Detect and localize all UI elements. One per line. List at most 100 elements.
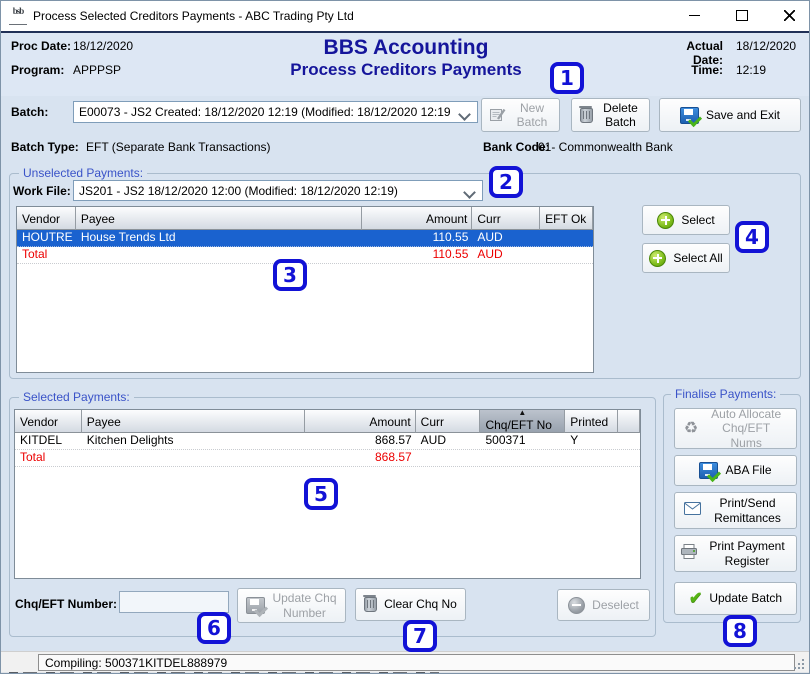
batch-label: Batch: (11, 105, 48, 119)
print-payment-register-button[interactable]: Print Payment Register (674, 535, 797, 572)
total-filler (618, 450, 640, 466)
close-button[interactable] (772, 1, 806, 30)
batch-type-value: EFT (Separate Bank Transactions) (86, 140, 271, 154)
print-send-remittances-button[interactable]: Print/Send Remittances (674, 492, 797, 529)
window-title: Process Selected Creditors Payments - AB… (33, 9, 354, 23)
chq-eft-no-header-label: Chq/EFT No (485, 418, 551, 432)
unselected-payments-legend: Unselected Payments: (19, 166, 147, 180)
unselected-payments-table: Vendor Payee Amount Curr EFT Ok HOUTRE H… (16, 206, 594, 373)
status-panel: Compiling: 500371KITDEL888979 (38, 654, 795, 671)
table-row-selected[interactable]: HOUTRE House Trends Ltd 110.55 AUD (17, 230, 593, 247)
cell-chq-eft-no: 500371 (480, 433, 565, 449)
annotation-badge-4: 4 (735, 221, 769, 253)
work-file-label: Work File: (13, 184, 71, 198)
chq-eft-number-label: Chq/EFT Number: (15, 597, 117, 611)
sort-ascending-icon: ▲ (518, 410, 526, 417)
select-button[interactable]: Select (642, 205, 730, 235)
cell-curr: AUD (416, 433, 481, 449)
batch-type-label: Batch Type: (11, 140, 79, 154)
delete-batch-button[interactable]: Delete Batch (571, 98, 650, 132)
total-amount: 868.57 (305, 450, 416, 466)
print-payment-register-label: Print Payment Register (704, 539, 790, 568)
aba-file-label: ABA File (725, 463, 771, 477)
annotation-badge-7: 7 (403, 620, 437, 652)
aba-file-icon (699, 462, 718, 479)
column-header-payee[interactable]: Payee (82, 410, 305, 433)
column-header-curr[interactable]: Curr (416, 410, 481, 433)
update-chq-icon (246, 597, 265, 614)
app-icon: bsb (9, 8, 27, 25)
bank-code-value: 01- Commonwealth Bank (538, 140, 673, 154)
recycle-icon: ♻ (684, 421, 698, 437)
annotation-badge-1: 1 (550, 62, 584, 94)
clear-chq-no-button[interactable]: Clear Chq No (355, 588, 466, 621)
finalise-payments-legend: Finalise Payments: (671, 387, 780, 401)
column-header-printed[interactable]: Printed (565, 410, 618, 433)
time-label: Time: (658, 63, 723, 77)
column-header-chq-eft-no[interactable]: ▲ Chq/EFT No (480, 410, 565, 433)
table-row[interactable]: KITDEL Kitchen Delights 868.57 AUD 50037… (15, 433, 640, 450)
chevron-down-icon (458, 108, 471, 121)
work-file-combobox-value: JS201 - JS2 18/12/2020 12:00 (Modified: … (79, 184, 398, 198)
update-chq-number-button[interactable]: Update Chq Number (237, 588, 346, 623)
proc-date-label: Proc Date: (11, 39, 71, 53)
update-chq-number-label: Update Chq Number (272, 591, 338, 620)
new-batch-button[interactable]: New Batch (481, 98, 560, 132)
delete-batch-label: Delete Batch (600, 101, 642, 130)
auto-allocate-label: Auto Allocate Chq/EFT Nums (705, 407, 787, 450)
batch-combobox[interactable]: E00073 - JS2 Created: 18/12/2020 12:19 (… (73, 101, 478, 123)
program-label: Program: (11, 63, 64, 77)
total-curr-spacer (416, 450, 481, 466)
column-header-eft-ok[interactable]: EFT Ok (540, 207, 593, 230)
select-all-button[interactable]: Select All (642, 243, 730, 273)
work-file-combobox[interactable]: JS201 - JS2 18/12/2020 12:00 (Modified: … (73, 180, 483, 201)
annotation-badge-3: 3 (273, 259, 307, 291)
chq-eft-number-input[interactable] (119, 591, 229, 613)
status-bar: Compiling: 500371KITDEL888979 (1, 651, 809, 673)
column-header-payee[interactable]: Payee (76, 207, 362, 230)
batch-combobox-value: E00073 - JS2 Created: 18/12/2020 12:19 (… (79, 105, 451, 119)
status-text: Compiling: 500371KITDEL888979 (45, 656, 227, 670)
save-icon (680, 107, 699, 124)
new-batch-icon (490, 106, 506, 124)
cell-eft-ok (540, 230, 593, 246)
total-row: Total 868.57 (15, 450, 640, 467)
maximize-button[interactable] (725, 1, 759, 30)
column-header-filler (618, 410, 640, 433)
cell-filler (618, 433, 640, 449)
cell-vendor: KITDEL (15, 433, 82, 449)
column-header-amount[interactable]: Amount (362, 207, 473, 230)
total-eft-spacer (540, 247, 593, 263)
cell-payee: Kitchen Delights (82, 433, 305, 449)
column-header-amount[interactable]: Amount (305, 410, 416, 433)
actual-date-value: 18/12/2020 (736, 39, 796, 53)
clear-chq-no-label: Clear Chq No (384, 597, 457, 611)
cell-amount: 110.55 (362, 230, 473, 246)
minimize-button[interactable] (677, 1, 711, 30)
total-chq-spacer (480, 450, 565, 466)
printer-icon (681, 544, 697, 562)
program-value: APPPSP (73, 63, 121, 77)
save-and-exit-button[interactable]: Save and Exit (659, 98, 801, 132)
total-spacer (76, 247, 362, 263)
column-header-vendor[interactable]: Vendor (17, 207, 76, 230)
total-amount: 110.55 (362, 247, 473, 263)
update-batch-label: Update Batch (709, 591, 782, 605)
annotation-badge-2: 2 (489, 166, 523, 198)
deselect-button[interactable]: Deselect (557, 589, 650, 621)
close-icon (784, 10, 795, 21)
total-curr: AUD (472, 247, 540, 263)
minus-icon (568, 597, 585, 614)
auto-allocate-button[interactable]: ♻ Auto Allocate Chq/EFT Nums (674, 408, 797, 449)
check-icon: ✔ (689, 592, 702, 606)
total-printed-spacer (565, 450, 618, 466)
column-header-curr[interactable]: Curr (472, 207, 540, 230)
resize-grip[interactable] (802, 667, 804, 669)
update-batch-button[interactable]: ✔ Update Batch (674, 582, 797, 615)
annotation-badge-8: 8 (723, 615, 757, 647)
minimize-icon (689, 15, 700, 16)
column-header-vendor[interactable]: Vendor (15, 410, 82, 433)
aba-file-button[interactable]: ABA File (674, 455, 797, 486)
total-label: Total (17, 247, 76, 263)
total-label: Total (15, 450, 82, 466)
